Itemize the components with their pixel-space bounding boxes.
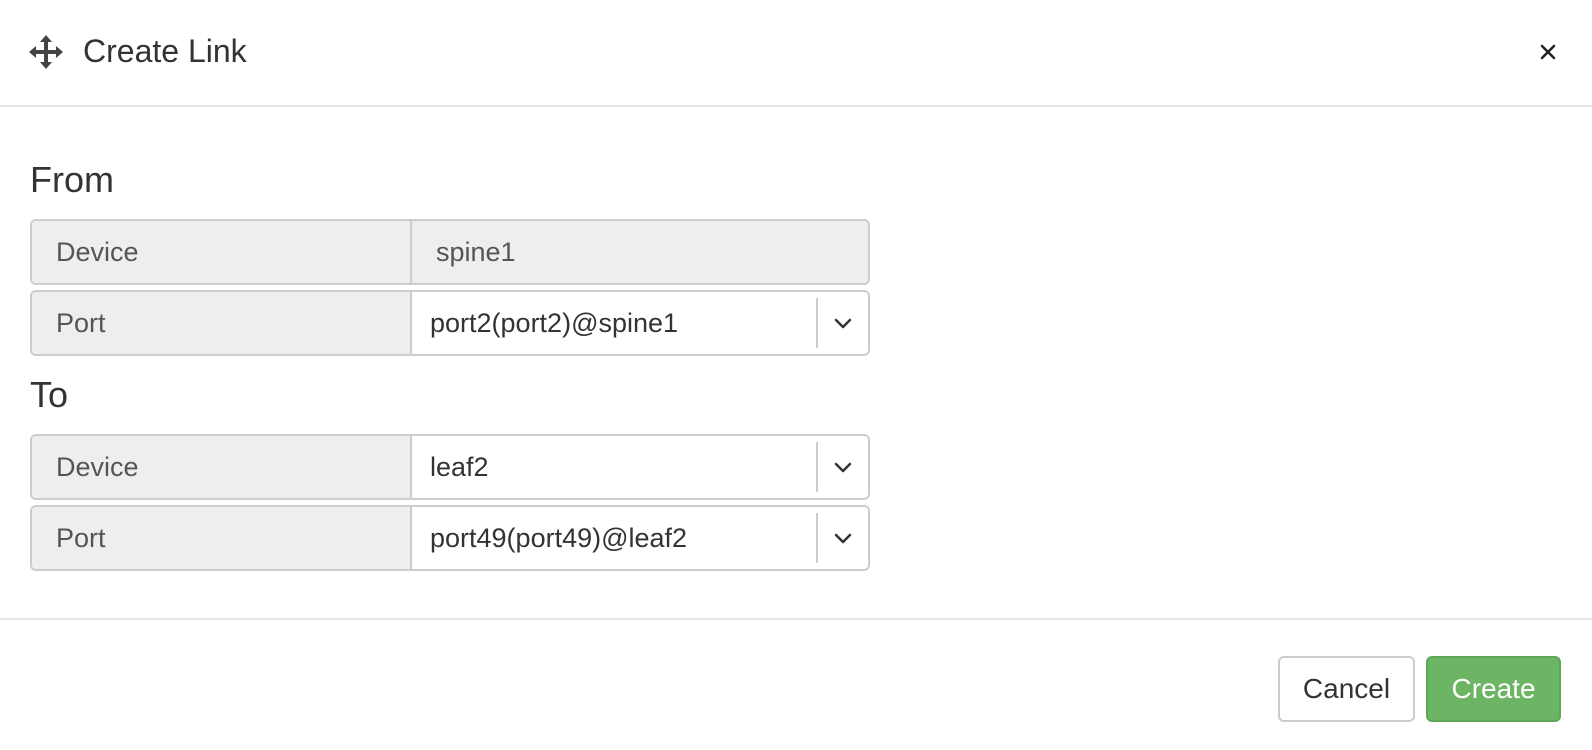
to-device-value: leaf2 [430, 451, 489, 482]
from-port-value: port2(port2)@spine1 [430, 307, 679, 338]
from-device-group: Device spine1 [30, 219, 870, 285]
dialog-footer: Cancel Create [0, 618, 1592, 750]
from-port-label: Port [32, 292, 412, 354]
to-port-group: Port port49(port49)@leaf2 [30, 505, 870, 571]
chevron-down-icon[interactable] [818, 436, 868, 498]
cancel-button[interactable]: Cancel [1278, 656, 1415, 722]
from-port-select[interactable]: port2(port2)@spine1 [412, 292, 868, 354]
create-button[interactable]: Create [1426, 656, 1561, 722]
to-port-select[interactable]: port49(port49)@leaf2 [412, 507, 868, 569]
close-icon [1532, 44, 1564, 73]
from-device-field: spine1 [412, 221, 868, 283]
chevron-down-icon[interactable] [818, 292, 868, 354]
from-heading: From [30, 159, 114, 200]
dialog-header: Create Link [0, 0, 1592, 107]
to-device-select[interactable]: leaf2 [412, 436, 868, 498]
from-port-group: Port port2(port2)@spine1 [30, 290, 870, 356]
create-link-dialog: Create Link From Device spine1 Port port… [0, 0, 1592, 750]
dialog-title: Create Link [83, 33, 247, 69]
chevron-down-icon[interactable] [818, 507, 868, 569]
to-port-label: Port [32, 507, 412, 569]
to-heading: To [30, 374, 69, 415]
close-button[interactable] [1532, 34, 1564, 70]
to-device-label: Device [32, 436, 412, 498]
to-device-group: Device leaf2 [30, 434, 870, 500]
move-icon[interactable] [28, 34, 64, 70]
to-port-value: port49(port49)@leaf2 [430, 522, 688, 553]
from-device-label: Device [32, 221, 412, 283]
